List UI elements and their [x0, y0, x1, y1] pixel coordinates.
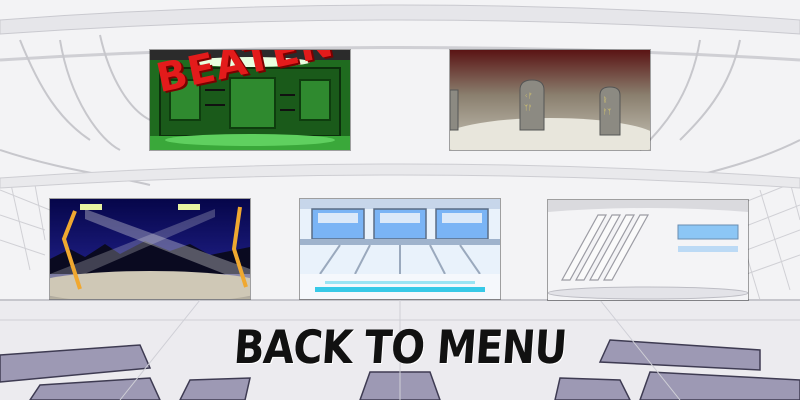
level-3-thumbnail[interactable] [50, 199, 250, 299]
level-2-scene: ᚲᚠ ᛉᚨ ᚱ ᚨᛉ [450, 50, 650, 150]
back-to-menu-button[interactable]: BACK TO MENU [228, 314, 573, 383]
level-4-thumbnail[interactable] [300, 199, 500, 299]
svg-text:ᚨᛉ: ᚨᛉ [603, 108, 611, 116]
level-2-thumbnail[interactable]: ᚲᚠ ᛉᚨ ᚱ ᚨᛉ [450, 50, 650, 150]
level-5-scene [548, 200, 748, 300]
level-3-scene [50, 199, 250, 299]
level-1-scene [150, 50, 350, 150]
level-1-thumbnail[interactable]: BEATEN [150, 50, 350, 150]
svg-text:ᚲᚠ: ᚲᚠ [524, 92, 532, 100]
level-5-thumbnail[interactable] [548, 200, 748, 300]
svg-text:ᚱ: ᚱ [603, 96, 607, 104]
svg-text:ᛉᚨ: ᛉᚨ [524, 104, 532, 112]
level-4-scene [300, 199, 500, 299]
